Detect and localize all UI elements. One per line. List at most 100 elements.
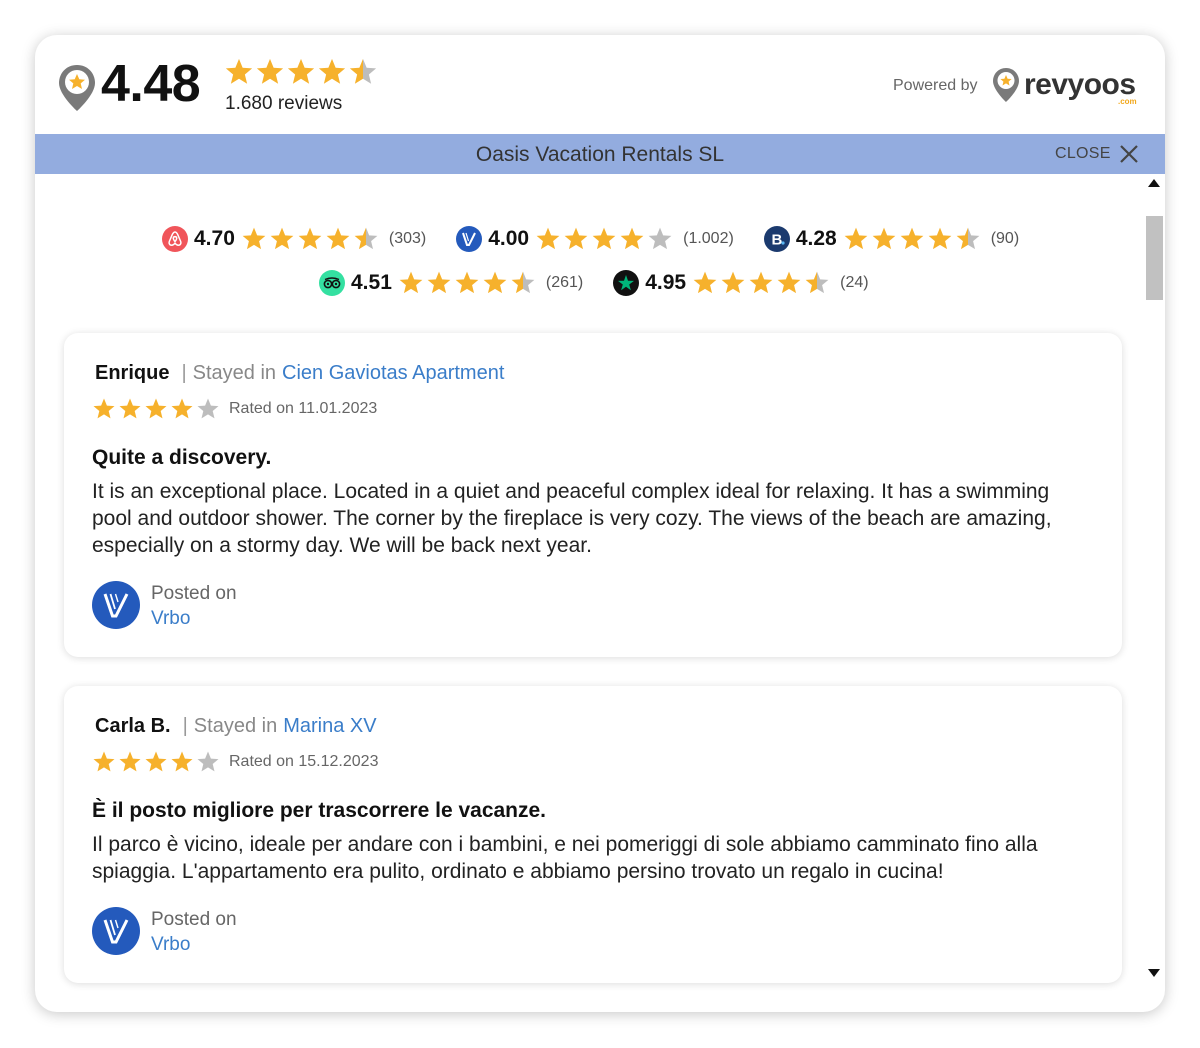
reviews-scroll-area[interactable]: 4.70 (303) 4.00 (1.002) B 4.28 (90) 4.51… xyxy=(35,174,1165,1012)
star-icon xyxy=(483,271,507,294)
review-title: È il posto migliore per trascorrere le v… xyxy=(92,799,547,822)
star-icon xyxy=(805,271,829,294)
star-icon xyxy=(956,227,980,250)
property-link[interactable]: Marina XV xyxy=(283,715,376,738)
close-button[interactable]: CLOSE xyxy=(1055,142,1139,166)
platform-stars xyxy=(692,270,832,296)
platform-stars xyxy=(535,226,675,252)
stayed-in-label: Stayed in xyxy=(193,715,278,737)
revyoos-logo-icon[interactable] xyxy=(992,67,1020,103)
vrbo-icon xyxy=(456,226,483,252)
star-icon xyxy=(93,751,115,772)
platform-review-count: (303) xyxy=(388,230,427,247)
title-bar: Oasis Vacation Rentals SL CLOSE xyxy=(35,134,1165,174)
platform-review-count: (24) xyxy=(840,274,869,291)
platform-score: 4.70 xyxy=(194,227,235,250)
star-icon xyxy=(721,271,745,294)
star-icon xyxy=(119,751,141,772)
company-name: Oasis Vacation Rentals SL xyxy=(475,143,725,166)
revyoos-logo-suffix: .com xyxy=(1118,97,1137,106)
platform-rating-vrbo[interactable]: 4.00 (1.002) xyxy=(456,226,734,252)
star-icon xyxy=(455,271,479,294)
star-icon xyxy=(620,227,644,250)
star-icon xyxy=(242,227,266,250)
scroll-down-arrow-icon[interactable] xyxy=(1146,967,1162,979)
review-stars xyxy=(92,750,222,774)
posted-on-label: Posted on xyxy=(151,583,237,604)
star-icon xyxy=(326,227,350,250)
rated-date: Rated on 11.01.2023 xyxy=(229,400,378,417)
platform-stars xyxy=(843,226,983,252)
star-icon xyxy=(119,398,141,419)
posted-on-label: Posted on xyxy=(151,909,237,930)
star-icon xyxy=(749,271,773,294)
platform-review-count: (1.002) xyxy=(683,230,734,247)
overall-rating: 4.48 xyxy=(101,55,201,113)
reviews-widget: 4.48 1.680 reviews Powered by revyoos .c… xyxy=(35,35,1165,1012)
review-card: Enrique | Stayed in Cien Gaviotas Apartm… xyxy=(64,333,1122,657)
airbnb-icon xyxy=(162,226,188,252)
svg-text:B: B xyxy=(771,232,782,249)
star-icon xyxy=(844,227,868,250)
platform-rating-airbnb[interactable]: 4.70 (303) xyxy=(162,226,426,252)
star-icon xyxy=(900,227,924,250)
header-divider: | xyxy=(182,715,188,737)
star-icon xyxy=(93,398,115,419)
star-icon xyxy=(287,58,315,84)
platform-rating-trustpilot[interactable]: 4.95 (24) xyxy=(613,270,869,296)
scroll-up-arrow-icon[interactable] xyxy=(1146,177,1162,189)
vrbo-icon[interactable] xyxy=(92,581,140,629)
star-icon xyxy=(928,227,952,250)
overall-stars xyxy=(224,57,379,87)
star-icon xyxy=(427,271,451,294)
review-card: Carla B. | Stayed in Marina XV Rated on … xyxy=(64,686,1122,983)
stayed-in-label: Stayed in xyxy=(192,362,277,384)
review-header: Carla B. | Stayed in Marina XV xyxy=(95,715,377,738)
platform-review-count: (261) xyxy=(545,274,584,291)
star-icon xyxy=(592,227,616,250)
star-icon xyxy=(197,398,219,419)
platform-review-count: (90) xyxy=(990,230,1020,247)
reviewer-name: Carla B. xyxy=(95,715,171,737)
star-icon xyxy=(564,227,588,250)
star-icon xyxy=(399,271,423,294)
review-stars xyxy=(92,397,222,421)
close-icon[interactable] xyxy=(1119,144,1139,164)
platform-ratings-row-1: 4.70 (303) 4.00 (1.002) B 4.28 (90) xyxy=(162,226,1049,252)
platform-score: 4.28 xyxy=(795,227,837,250)
review-header: Enrique | Stayed in Cien Gaviotas Apartm… xyxy=(95,362,504,385)
star-icon xyxy=(256,58,284,84)
reviews-count: 1.680 reviews xyxy=(225,93,343,114)
star-icon xyxy=(225,58,253,84)
rated-date: Rated on 15.12.2023 xyxy=(229,753,379,770)
widget-header: 4.48 1.680 reviews Powered by revyoos .c… xyxy=(35,35,1165,134)
property-link[interactable]: Cien Gaviotas Apartment xyxy=(282,362,504,385)
platform-ratings-row-2: 4.51 (261) 4.95 (24) xyxy=(319,270,899,296)
reviewer-name: Enrique xyxy=(95,362,170,384)
platform-rating-tripadvisor[interactable]: 4.51 (261) xyxy=(319,270,583,296)
posted-platform-link[interactable]: Vrbo xyxy=(151,608,190,630)
review-body: Il parco è vicino, ideale per andare con… xyxy=(92,833,1038,883)
star-icon xyxy=(648,227,672,250)
scrollbar-thumb[interactable] xyxy=(1146,216,1163,300)
header-divider: | xyxy=(181,362,187,384)
star-icon xyxy=(145,751,167,772)
star-icon xyxy=(298,227,322,250)
star-icon xyxy=(349,58,377,84)
posted-platform-link[interactable]: Vrbo xyxy=(151,934,190,956)
powered-by-label: Powered by xyxy=(893,77,978,94)
star-icon xyxy=(145,398,167,419)
star-icon xyxy=(872,227,896,250)
platform-score: 4.95 xyxy=(645,271,687,294)
booking-icon: B xyxy=(763,226,790,252)
close-label: CLOSE xyxy=(1055,145,1111,162)
star-icon xyxy=(777,271,801,294)
star-icon xyxy=(511,271,535,294)
star-icon xyxy=(318,58,346,84)
star-icon xyxy=(693,271,717,294)
platform-stars xyxy=(241,226,381,252)
platform-rating-booking[interactable]: B 4.28 (90) xyxy=(763,226,1020,252)
vrbo-icon[interactable] xyxy=(92,907,140,955)
trustpilot-icon xyxy=(613,270,640,296)
star-icon xyxy=(270,227,294,250)
